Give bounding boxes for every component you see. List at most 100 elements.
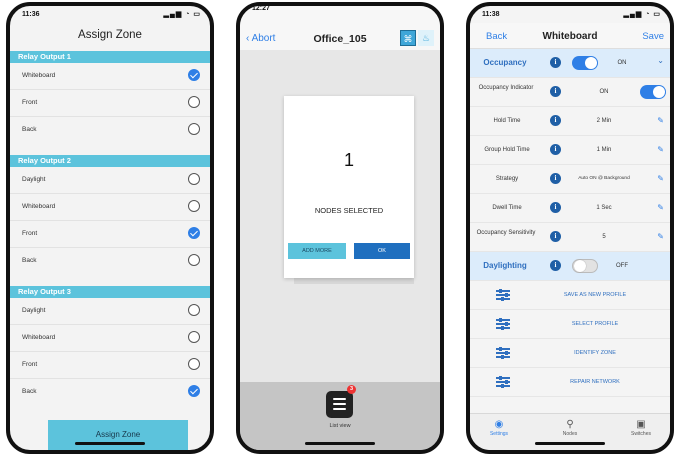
indicator-toggle[interactable] [640,85,666,99]
occupancy-value: ON [617,60,627,66]
home-indicator [535,442,605,445]
zone-option-row[interactable]: Daylight [10,167,210,193]
edit-pencil-icon[interactable]: ✎ [657,203,664,212]
info-icon[interactable]: i [550,231,561,242]
checked-radio-icon[interactable] [188,69,200,81]
checked-radio-icon[interactable] [188,227,200,239]
tab-nodes[interactable]: ⚲ Nodes [545,418,595,437]
setting-value: Auto ON @ Background [578,176,630,181]
network-icon[interactable]: ⌘ [400,30,416,46]
selected-count: 1 [343,150,354,170]
setting-label: Strategy [495,176,519,182]
setting-row: Occupancy Sensitivity i 5 ✎ [470,223,670,252]
zone-option-label: Front [22,99,38,106]
action-row[interactable]: IDENTIFY ZONE [470,339,670,368]
setting-label: Occupancy Indicator [478,85,534,91]
edit-pencil-icon[interactable]: ✎ [657,145,664,154]
zone-option-row[interactable]: Front [10,89,210,116]
zone-option-label: Back [22,388,37,395]
action-row[interactable]: SAVE AS NEW PROFILE [470,281,670,310]
info-icon[interactable]: i [550,57,561,68]
status-time: 11:36 [22,11,40,18]
setting-row: Hold Time i 2 Min ✎ [470,107,670,136]
zone-option-row[interactable]: Daylight [10,298,210,324]
tab-label: Switches [630,431,651,437]
setting-label: Occupancy Sensitivity [476,230,536,236]
setting-label: Dwell Time [492,205,522,211]
zone-option-row[interactable]: Back [10,247,210,274]
occupancy-label: Occupancy [483,58,527,67]
action-row[interactable]: SELECT PROFILE [470,310,670,339]
nav-bar: 12:27 [240,6,440,28]
tab-label: Settings [489,431,509,437]
edit-pencil-icon[interactable]: ✎ [657,174,664,183]
setting-value: 2 Min [596,118,612,124]
assign-zone-button[interactable]: Assign Zone [48,420,188,450]
status-time: 12:27 [252,5,270,12]
bulb-icon: ⚲ [566,419,574,430]
setting-value: 5 [602,234,606,240]
setting-row: Occupancy Indicator i ON [470,78,670,107]
zone-option-label: Daylight [22,307,46,314]
zone-option-row[interactable]: Front [10,220,210,247]
info-icon[interactable]: i [550,202,561,213]
occupancy-toggle[interactable] [572,56,598,70]
tab-settings[interactable]: ◉ Settings [474,418,524,437]
zone-option-label: Whiteboard [22,203,56,210]
setting-row: Strategy i Auto ON @ Background ✎ [470,165,670,194]
tab-switches[interactable]: ▣ Switches [616,418,666,437]
radio-button[interactable] [188,304,200,316]
radio-button[interactable] [188,96,200,108]
list-view-label[interactable]: List view [240,423,440,429]
setting-value: 1 Sec [596,205,612,211]
sliders-icon [496,289,510,301]
status-time: 11:38 [482,11,500,18]
ok-button[interactable]: OK [354,243,410,259]
setting-value: ON [599,89,609,95]
radio-button[interactable] [188,254,200,266]
radio-button[interactable] [188,358,200,370]
radio-button[interactable] [188,123,200,135]
radio-button[interactable] [188,173,200,185]
nav-bar: Back Whiteboard Save [470,23,670,49]
edit-pencil-icon[interactable]: ✎ [657,116,664,125]
zone-option-row[interactable]: Whiteboard [10,193,210,220]
action-row[interactable]: REPAIR NETWORK [470,368,670,397]
edit-pencil-icon[interactable]: ✎ [657,232,664,241]
info-icon[interactable]: i [550,144,561,155]
page-title: Whiteboard [542,31,598,42]
radio-button[interactable] [188,200,200,212]
radio-button[interactable] [188,331,200,343]
selection-card: 1 NODES SELECTED ADD MORE OK [284,96,414,278]
zone-option-label: Front [22,230,38,237]
checked-radio-icon[interactable] [188,385,200,397]
zone-option-label: Back [22,257,37,264]
zone-list: Relay Output 1 Whiteboard Front Back Relay O… [10,51,210,405]
info-icon[interactable]: i [550,173,561,184]
setting-label: Group Hold Time [484,147,530,153]
page-title: Assign Zone [78,29,142,41]
actions-list: SAVE AS NEW PROFILE SELECT PROFILE IDENTIF… [470,281,670,397]
save-button[interactable]: Save [642,31,664,42]
chevron-down-icon[interactable]: ⌄ [657,56,664,65]
bottom-panel: 3 List view [240,382,440,450]
zone-option-row[interactable]: Whiteboard [10,324,210,351]
add-more-button[interactable]: ADD MORE [288,243,346,259]
info-icon[interactable]: i [550,260,561,271]
info-icon[interactable]: i [550,115,561,126]
toolbar: ‹ Abort Office_105 ⌘ ♨ [240,28,440,50]
info-icon[interactable]: i [550,86,561,97]
list-view-icon[interactable] [326,391,353,418]
zone-option-row[interactable]: Front [10,351,210,378]
signal-battery-icon: ▂▄▆ ◔ ▭ [623,11,661,18]
lamp-icon[interactable]: ♨ [418,30,434,46]
action-label: REPAIR NETWORK [570,379,620,385]
signal-battery-icon: ▂▄▆ ◔ ▭ [163,11,201,18]
home-indicator [75,442,145,445]
switch-icon: ▣ [636,419,646,430]
daylighting-toggle[interactable] [572,259,598,273]
zone-option-row[interactable]: Whiteboard [10,63,210,89]
selected-label: NODES SELECTED [314,206,384,215]
zone-option-row[interactable]: Back [10,378,210,405]
zone-option-row[interactable]: Back [10,116,210,143]
